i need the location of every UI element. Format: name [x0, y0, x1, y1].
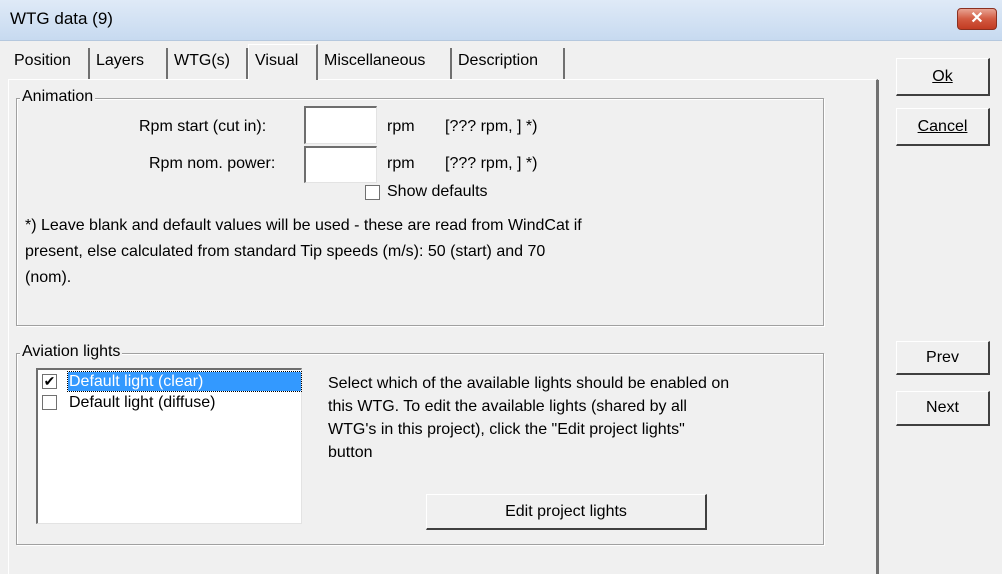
window-title: WTG data (9) — [10, 9, 113, 28]
next-button[interactable]: Next — [896, 391, 990, 426]
light-checkbox[interactable] — [42, 395, 57, 410]
tab-miscellaneous[interactable]: Miscellaneous — [318, 48, 452, 79]
tab-label: Layers — [96, 52, 145, 69]
cancel-button[interactable]: Cancel — [896, 108, 990, 146]
checkmark-icon: ✔ — [43, 373, 56, 389]
prev-button[interactable]: Prev — [896, 341, 990, 375]
tab-label: Visual — [255, 52, 299, 69]
rpm-nom-unit: rpm — [387, 155, 415, 172]
animation-note-line: present, else calculated from standard T… — [25, 243, 546, 260]
animation-note-line: *) Leave blank and default values will b… — [25, 217, 582, 234]
animation-note-line: (nom). — [25, 269, 72, 286]
list-item[interactable]: ✔ Default light (clear) — [40, 371, 302, 392]
aviation-lights-legend: Aviation lights — [20, 343, 123, 361]
rpm-start-default: [??? rpm, ] *) — [445, 118, 538, 135]
tab-layers[interactable]: Layers — [90, 48, 168, 79]
aviation-desc-line: this WTG. To edit the available lights (… — [328, 398, 687, 415]
rpm-nom-input[interactable] — [304, 146, 377, 183]
tab-description[interactable]: Description — [452, 48, 565, 79]
tab-visual[interactable]: Visual — [248, 44, 318, 80]
rpm-nom-default: [??? rpm, ] *) — [445, 155, 538, 172]
edit-project-lights-button[interactable]: Edit project lights — [426, 494, 707, 530]
close-icon: ✕ — [970, 10, 984, 27]
rpm-start-label: Rpm start (cut in): — [139, 118, 267, 135]
tab-label: Position — [14, 52, 71, 69]
aviation-desc-line: WTG's in this project), click the "Edit … — [328, 421, 685, 438]
close-button[interactable]: ✕ — [957, 8, 997, 30]
light-label: Default light (clear) — [67, 371, 302, 392]
ok-button[interactable]: Ok — [896, 58, 990, 96]
title-bar: WTG data (9) ✕ — [0, 0, 1002, 41]
rpm-nom-label: Rpm nom. power: — [149, 155, 276, 172]
show-defaults-label: Show defaults — [387, 183, 488, 200]
lights-listbox[interactable]: ✔ Default light (clear) Default light (d… — [36, 368, 302, 524]
show-defaults-checkbox[interactable] — [365, 185, 380, 200]
list-item[interactable]: Default light (diffuse) — [40, 393, 298, 412]
rpm-start-unit: rpm — [387, 118, 415, 135]
rpm-start-input[interactable] — [304, 106, 377, 144]
light-label: Default light (diffuse) — [69, 394, 216, 411]
animation-legend: Animation — [20, 88, 96, 106]
aviation-desc-line: button — [328, 444, 373, 461]
tab-label: WTG(s) — [174, 52, 230, 69]
aviation-desc-line: Select which of the available lights sho… — [328, 375, 730, 392]
light-checkbox[interactable]: ✔ — [42, 374, 57, 389]
tab-position[interactable]: Position — [8, 48, 90, 79]
animation-group — [16, 98, 824, 326]
tab-wtgs[interactable]: WTG(s) — [168, 48, 248, 79]
tab-label: Miscellaneous — [324, 52, 426, 69]
tab-label: Description — [458, 52, 539, 69]
panel-divider — [877, 80, 879, 574]
